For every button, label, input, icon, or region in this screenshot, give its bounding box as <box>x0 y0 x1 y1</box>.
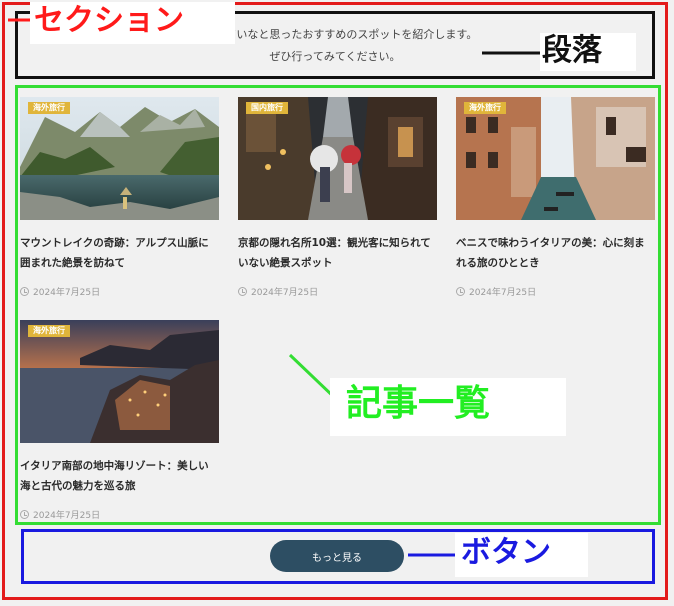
annotation-pointers <box>8 18 540 557</box>
button-annotation-label: ボタン <box>455 533 588 577</box>
section-annotation-label: セクション <box>30 2 235 44</box>
list-pointer <box>288 353 337 400</box>
article-list-annotation-label: 記事一覧 <box>330 378 566 436</box>
paragraph-annotation-label: 段落 <box>540 33 636 71</box>
